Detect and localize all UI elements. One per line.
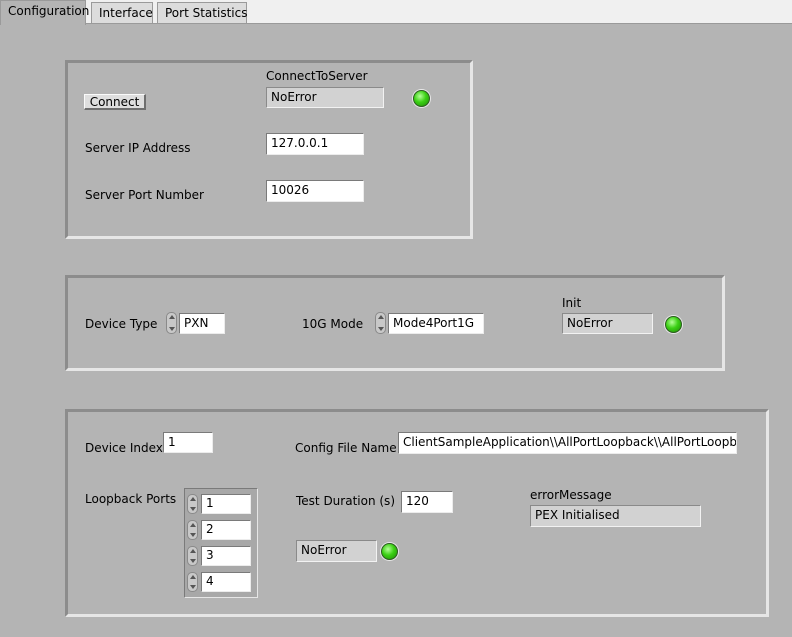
tab-strip-divider [0,23,792,24]
ten-g-mode-label: 10G Mode [302,317,364,331]
device-type-spinner[interactable] [166,312,177,334]
connect-led-icon [413,90,430,107]
connect-to-server-caption: ConnectToServer [266,69,368,83]
device-type-field[interactable]: PXN [179,313,225,334]
tab-interface[interactable]: Interface [91,2,153,23]
error-message-caption: errorMessage [530,488,612,502]
device-index-field[interactable]: 1 [163,432,213,453]
init-led-icon [665,316,682,333]
config-file-field[interactable]: ClientSampleApplication\\AllPortLoopback… [398,432,737,454]
loopback-port-3-spinner[interactable] [187,546,198,566]
loopback-port-4-spinner[interactable] [187,572,198,592]
tab-port-statistics[interactable]: Port Statistics [157,2,247,23]
device-type-label: Device Type [85,317,158,331]
connect-button[interactable]: Connect [84,94,146,110]
init-caption: Init [562,296,582,310]
loopback-port-1-spinner[interactable] [187,494,198,514]
init-status-indicator: NoError [562,313,653,334]
loopback-port-4-field[interactable]: 4 [201,572,251,592]
server-ip-field[interactable]: 127.0.0.1 [266,133,364,155]
loopback-port-2-field[interactable]: 2 [201,520,251,540]
device-index-label: Device Index [85,441,163,455]
server-port-field[interactable]: 10026 [266,180,364,202]
loopback-port-3-field[interactable]: 3 [201,546,251,566]
test-status-indicator: NoError [296,540,377,562]
loopback-port-2-spinner[interactable] [187,520,198,540]
config-file-label: Config File Name [295,441,397,455]
server-port-label: Server Port Number [85,188,204,202]
ten-g-mode-field[interactable]: Mode4Port1G [388,313,484,334]
loopback-port-1-field[interactable]: 1 [201,494,251,514]
server-ip-label: Server IP Address [85,141,191,155]
tab-configuration[interactable]: Configuration [0,0,89,25]
connect-status-indicator: NoError [266,87,384,108]
test-led-icon [381,543,398,560]
test-duration-label: Test Duration (s) [296,494,395,508]
error-message-indicator: PEX Initialised [530,505,701,527]
test-duration-field[interactable]: 120 [401,491,453,513]
loopback-ports-label: Loopback Ports [85,492,177,506]
ten-g-mode-spinner[interactable] [375,312,386,334]
